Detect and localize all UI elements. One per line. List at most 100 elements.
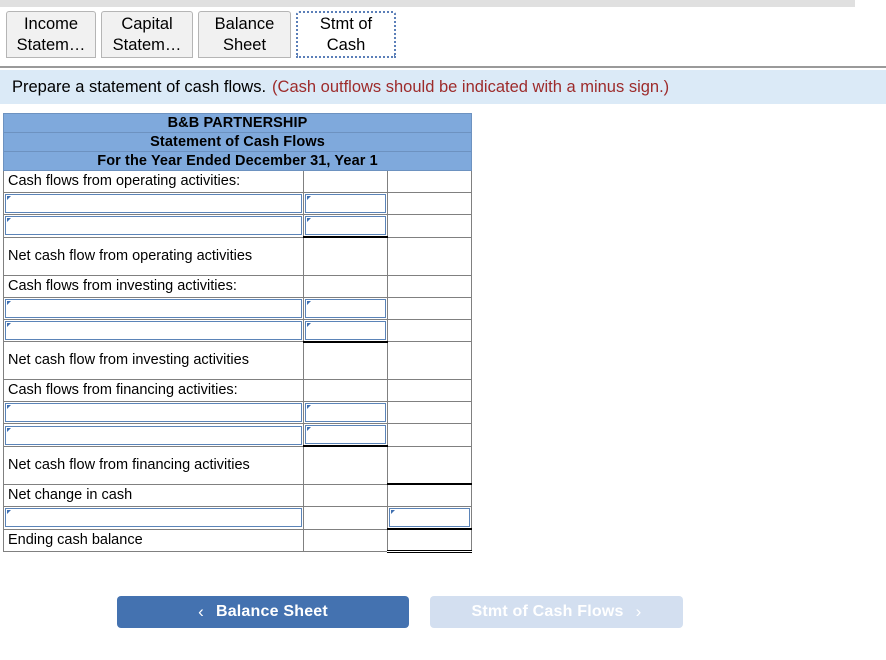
row-label: Cash flows from financing activities:: [3, 379, 304, 403]
instruction-note: (Cash outflows should be indicated with …: [272, 77, 670, 96]
ending-balance-cell-right: [386, 528, 473, 553]
table-row: [3, 401, 473, 425]
empty-cell-right: [386, 379, 473, 403]
subtotal-cell-right: [386, 341, 473, 381]
instruction-banner: Prepare a statement of cash flows. (Cash…: [0, 70, 886, 104]
subtotal-cell-mid: [303, 341, 388, 381]
table-row: [3, 192, 473, 216]
statement-name: Statement of Cash Flows: [2, 132, 473, 152]
amount-input[interactable]: [305, 298, 386, 318]
row-label: Cash flows from investing activities:: [3, 274, 304, 298]
tab-capital-statement[interactable]: Capital Statem…: [101, 11, 193, 58]
top-divider-strip: [0, 0, 855, 7]
statement-title-row: For the Year Ended December 31, Year 1: [2, 151, 473, 171]
row-label: Ending cash balance: [3, 528, 304, 552]
empty-cell-mid: [303, 379, 388, 403]
table-row: [3, 423, 473, 448]
account-select-input[interactable]: [5, 425, 302, 445]
account-select-input[interactable]: [5, 508, 302, 528]
label-input-cell[interactable]: [3, 401, 304, 425]
statement-title-row: B&B PARTNERSHIP: [2, 113, 473, 133]
amount-input[interactable]: [305, 425, 386, 445]
label-input-cell[interactable]: [3, 296, 304, 320]
subtotal-cell-right: [386, 445, 473, 486]
tab-label-line1: Income: [23, 15, 79, 34]
chevron-left-icon: ‹: [198, 602, 204, 621]
row-label: Net cash flow from financing activities: [3, 445, 304, 485]
account-select-input[interactable]: [5, 321, 302, 340]
statement-tabs: Income Statem… Capital Statem… Balance S…: [0, 11, 886, 67]
table-row: [3, 506, 473, 530]
account-select-input[interactable]: [5, 194, 302, 214]
account-select-input[interactable]: [5, 216, 302, 236]
subtotal-cell-mid: [303, 236, 388, 276]
empty-cell-right: [386, 274, 473, 298]
tab-label-line2: Statem…: [112, 35, 182, 54]
subtotal-cell-mid: [303, 445, 388, 485]
empty-cell-right: [386, 296, 473, 320]
table-row: Net cash flow from operating activities: [3, 236, 473, 276]
next-stmt-of-cash-flows-button[interactable]: Stmt of Cash Flows ›: [430, 596, 683, 628]
account-select-input[interactable]: [5, 403, 302, 423]
label-input-cell[interactable]: [3, 506, 304, 530]
amount-input-cell[interactable]: [386, 506, 473, 530]
empty-cell-mid: [303, 506, 388, 530]
table-row: Cash flows from investing activities:: [3, 274, 473, 298]
instruction-text: Prepare a statement of cash flows.: [12, 77, 267, 96]
label-input-cell[interactable]: [3, 214, 304, 238]
tab-label-line2: Sheet: [222, 35, 267, 54]
tab-label-line1: Capital: [121, 15, 173, 34]
empty-cell-right: [386, 169, 473, 194]
table-row: Net change in cash: [3, 483, 473, 508]
empty-cell-right: [386, 401, 473, 425]
row-label: Cash flows from operating activities:: [3, 169, 304, 194]
tab-stmt-of-cash[interactable]: Stmt of Cash: [296, 11, 396, 58]
amount-input[interactable]: [305, 403, 386, 423]
empty-cell-right: [386, 214, 473, 238]
table-row: [3, 214, 473, 239]
empty-cell-right: [386, 192, 473, 216]
label-input-cell[interactable]: [3, 423, 304, 447]
amount-input[interactable]: [305, 194, 386, 214]
amount-input-cell[interactable]: [303, 214, 388, 239]
statement-title-row: Statement of Cash Flows: [2, 132, 473, 152]
amount-input-cell[interactable]: [303, 423, 388, 448]
empty-cell-right: [386, 318, 473, 343]
table-row: [3, 296, 473, 320]
tab-bar-divider: [0, 66, 886, 68]
amount-input-cell[interactable]: [303, 192, 388, 216]
next-button-label: Stmt of Cash Flows: [471, 603, 624, 620]
chevron-right-icon: ›: [635, 602, 642, 621]
statement-period: For the Year Ended December 31, Year 1: [2, 151, 473, 171]
row-label: Net cash flow from operating activities: [3, 236, 304, 276]
exercise-page: Income Statem… Capital Statem… Balance S…: [0, 0, 886, 660]
tab-label-line1: Balance: [214, 15, 275, 34]
navigation-bar: ‹ Balance Sheet Stmt of Cash Flows ›: [0, 596, 886, 630]
table-row: Ending cash balance: [3, 528, 473, 553]
label-input-cell[interactable]: [3, 318, 304, 343]
row-label: Net change in cash: [3, 483, 304, 508]
empty-cell-mid: [303, 528, 388, 552]
row-label: Net cash flow from investing activities: [3, 341, 304, 381]
empty-cell-mid: [303, 169, 388, 194]
empty-cell-mid: [303, 274, 388, 298]
table-row: Net cash flow from investing activities: [3, 341, 473, 381]
amount-input-cell[interactable]: [303, 401, 388, 425]
company-name: B&B PARTNERSHIP: [2, 113, 473, 133]
amount-input-cell[interactable]: [303, 296, 388, 320]
amount-input[interactable]: [305, 216, 386, 236]
subtotal-cell-right: [386, 236, 473, 276]
tab-label-line2: Statem…: [16, 35, 86, 54]
account-select-input[interactable]: [5, 298, 302, 318]
amount-input[interactable]: [305, 320, 386, 340]
empty-cell-mid: [303, 483, 388, 508]
prev-balance-sheet-button[interactable]: ‹ Balance Sheet: [117, 596, 409, 628]
table-row: Cash flows from operating activities:: [3, 169, 473, 194]
amount-input-cell[interactable]: [303, 318, 388, 343]
amount-input[interactable]: [389, 508, 471, 527]
tab-income-statement[interactable]: Income Statem…: [6, 11, 96, 58]
cash-flow-statement-table: B&B PARTNERSHIP Statement of Cash Flows …: [2, 113, 473, 553]
label-input-cell[interactable]: [3, 192, 304, 216]
table-row: Cash flows from financing activities:: [3, 379, 473, 403]
tab-balance-sheet[interactable]: Balance Sheet: [198, 11, 291, 58]
